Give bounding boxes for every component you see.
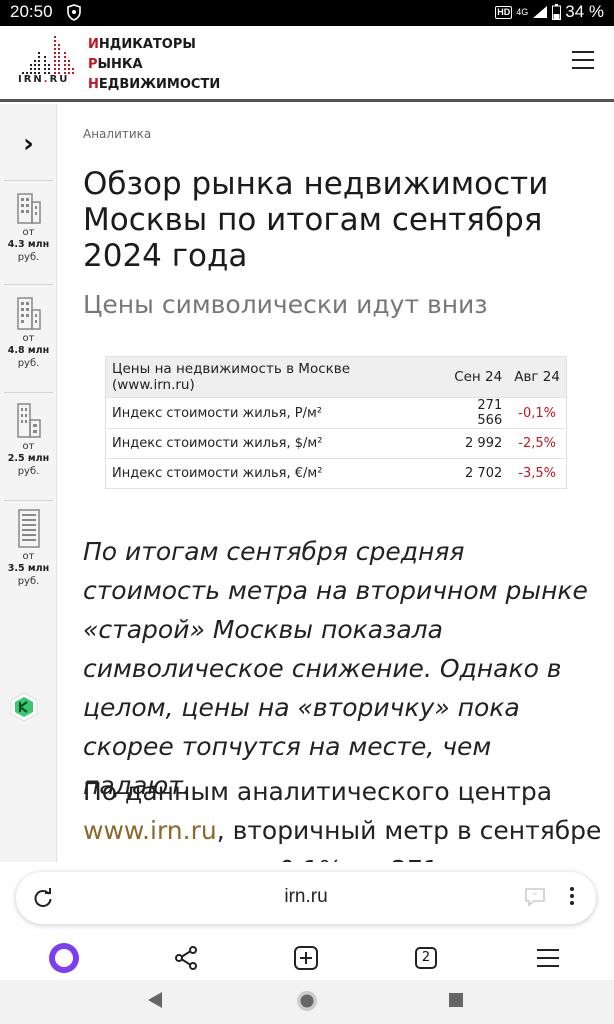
table-header: Авг 24 <box>508 356 567 398</box>
offer-from: от <box>22 333 35 344</box>
chat-icon[interactable]: “ <box>524 887 546 907</box>
more-icon[interactable] <box>566 884 578 912</box>
browser-toolbar: 2 <box>0 934 614 980</box>
logo-initial: Н <box>88 77 99 92</box>
offers-sidebar: › от 4.3 млн руб. от 4.8 млн руб. от 2.5… <box>0 104 57 890</box>
table-row: Индекс стоимости жилья, $/м² 2 992 -2,5% <box>105 428 567 459</box>
logo-word: ЕДВИЖИМОСТИ <box>98 77 221 92</box>
hamburger-icon[interactable] <box>572 51 594 69</box>
offer-from: от <box>22 551 35 562</box>
k-badge-icon[interactable] <box>10 692 38 722</box>
building-icon <box>16 297 41 330</box>
logo-line: ИНДИКАТОРЫ <box>88 35 220 55</box>
tabs-counter-button[interactable]: 2 <box>410 942 442 974</box>
offer-price: 3.5 млн <box>7 563 50 574</box>
browser-url-area: irn.ru “ <box>0 862 614 934</box>
building-icon <box>16 403 41 438</box>
divider <box>4 180 53 181</box>
logo-word: НДИКАТОРЫ <box>98 37 196 52</box>
tower-icon <box>17 509 40 548</box>
sidebar-offer[interactable]: от 2.5 млн руб. <box>0 402 57 478</box>
share-icon[interactable] <box>170 942 202 974</box>
offer-price: 4.8 млн <box>7 345 50 356</box>
row-change: -3,5% <box>508 458 567 489</box>
status-bar: 20:50 HD 4G 34 % <box>0 0 614 26</box>
battery-percent: 34 % <box>565 2 604 21</box>
svg-text:“: “ <box>533 892 538 902</box>
signal-icon <box>533 6 548 18</box>
divider <box>4 392 53 393</box>
offer-price: 2.5 млн <box>7 453 50 464</box>
table-header: Цены на недвижимость в Москве (www.irn.r… <box>105 356 443 398</box>
new-tab-icon[interactable] <box>290 942 322 974</box>
offer-unit: руб. <box>17 576 40 587</box>
row-label: Индекс стоимости жилья, Р/м² <box>105 397 443 429</box>
page-title: Обзор рынка недвижимости Москвы по итога… <box>83 166 549 274</box>
table-header: Сен 24 <box>442 356 509 398</box>
offer-unit: руб. <box>17 466 40 477</box>
shield-icon <box>67 4 81 21</box>
sidebar-offer[interactable]: от 4.8 млн руб. <box>0 294 57 370</box>
status-right: HD 4G 34 % <box>495 2 604 22</box>
logo-caption-ru: RU <box>49 74 70 85</box>
system-navigation <box>0 980 614 1024</box>
row-label: Индекс стоимости жилья, $/м² <box>105 428 443 459</box>
logo-initial: И <box>88 37 99 52</box>
paragraph-text: По данным аналитического центра <box>83 777 553 806</box>
site-header: IRN.RU ИНДИКАТОРЫ РЫНКА НЕДВИЖИМОСТИ <box>0 26 614 102</box>
alice-assistant-icon[interactable] <box>48 942 80 974</box>
network-indicator: 4G <box>516 7 529 17</box>
hd-indicator: HD <box>495 5 513 19</box>
offer-from: от <box>22 227 35 238</box>
row-change: -2,5% <box>508 428 567 459</box>
building-icon <box>16 193 41 224</box>
logo-word: ЫНКА <box>97 57 143 72</box>
recents-icon[interactable] <box>448 992 464 1008</box>
article-lead: По итогам сентября средняя стоимость мет… <box>83 537 588 800</box>
back-icon[interactable] <box>146 990 164 1010</box>
battery-icon <box>552 4 562 20</box>
row-label: Индекс стоимости жилья, €/м² <box>105 458 443 489</box>
sidebar-toggle-button[interactable]: › <box>0 124 57 164</box>
browser-menu-icon[interactable] <box>532 942 564 974</box>
table-row: Индекс стоимости жилья, €/м² 2 702 -3,5% <box>105 458 567 489</box>
status-time: 20:50 <box>10 2 53 21</box>
address-bar[interactable]: irn.ru “ <box>16 872 596 924</box>
tabs-count: 2 <box>415 947 437 969</box>
row-value: 2 992 <box>442 428 509 459</box>
offer-from: от <box>22 441 35 452</box>
offer-unit: руб. <box>17 358 40 369</box>
price-index-table: Цены на недвижимость в Москве (www.irn.r… <box>105 356 567 489</box>
irn-link[interactable]: www.irn.ru <box>83 816 217 845</box>
home-icon[interactable] <box>296 990 318 1012</box>
divider <box>4 284 53 285</box>
logo-caption-irn: IRN <box>18 74 44 85</box>
offer-price: 4.3 млн <box>7 239 50 250</box>
sidebar-offer[interactable]: от 3.5 млн руб. <box>0 508 57 588</box>
url-text[interactable]: irn.ru <box>16 886 596 908</box>
offer-unit: руб. <box>17 252 40 263</box>
logo-line: РЫНКА <box>88 55 220 75</box>
divider <box>4 500 53 501</box>
page-subtitle: Цены символически идут вниз <box>83 290 488 319</box>
row-value: 2 702 <box>442 458 509 489</box>
row-change: -0,1% <box>508 397 567 429</box>
table-header-row: Цены на недвижимость в Москве (www.irn.r… <box>105 356 567 398</box>
table-row: Индекс стоимости жилья, Р/м² 271 566 -0,… <box>105 397 567 429</box>
logo-initial: Р <box>88 57 98 72</box>
logo-text[interactable]: ИНДИКАТОРЫ РЫНКА НЕДВИЖИМОСТИ <box>88 35 220 95</box>
breadcrumb[interactable]: Аналитика <box>83 127 151 141</box>
logo-line: НЕДВИЖИМОСТИ <box>88 75 220 95</box>
row-value: 271 566 <box>442 397 509 429</box>
logo-caption: IRN.RU <box>18 74 69 85</box>
sidebar-offer[interactable]: от 4.3 млн руб. <box>0 188 57 264</box>
